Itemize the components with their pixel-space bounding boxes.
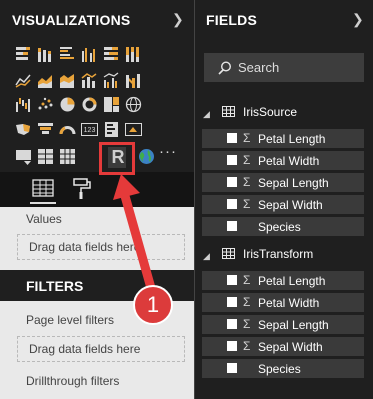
power-bi-panes: VISUALIZATIONS ❯ 123 R ··· Values Drag d… <box>0 0 373 399</box>
annotation-arrow <box>113 174 156 293</box>
annotation-callout-number: 1 <box>133 285 173 325</box>
